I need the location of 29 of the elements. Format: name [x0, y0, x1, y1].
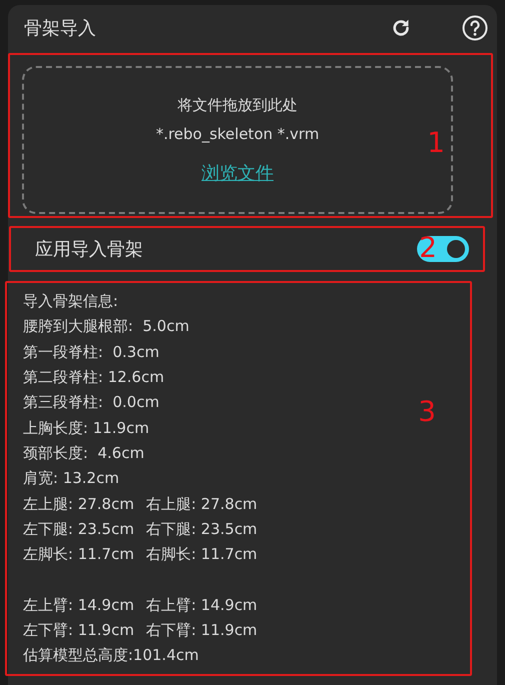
info-text: 左上臂: 14.9cm	[23, 596, 134, 615]
info-text: 右上腿: 27.8cm	[146, 494, 258, 514]
toggle-label: 应用导入骨架	[35, 238, 144, 261]
info-text: 腰胯到大腿根部: 5.0cm	[23, 317, 190, 336]
panel-title: 骨架导入	[24, 17, 97, 40]
info-text: 估算模型总高度:101.4cm	[23, 646, 199, 666]
info-text: 第二段脊柱: 12.6cm	[23, 368, 164, 388]
info-text: 第三段脊柱: 0.0cm	[23, 393, 160, 412]
info-text: 导入骨架信息:	[23, 292, 118, 312]
file-formats: *.rebo_skeleton *.vrm	[156, 124, 320, 142]
help-icon[interactable]	[461, 14, 489, 42]
info-text: 右上臂: 14.9cm	[146, 596, 258, 615]
toggle-switch[interactable]	[417, 236, 469, 262]
callout-number: 1	[427, 129, 445, 157]
info-text: 肩宽: 13.2cm	[23, 469, 120, 488]
info-text: 左上腿: 27.8cm	[23, 494, 134, 514]
callout-number: 2	[419, 234, 437, 262]
info-text: 左脚长: 11.7cm	[23, 545, 134, 564]
info-text: 上胸长度: 11.9cm	[23, 418, 150, 438]
info-text: 右脚长: 11.7cm	[146, 545, 258, 564]
info-text: 右下腿: 23.5cm	[146, 520, 258, 539]
callout-number: 3	[418, 398, 436, 426]
info-text: 颈部长度: 4.6cm	[23, 444, 144, 463]
info-text: 左下臂: 11.9cm	[23, 621, 134, 640]
info-text: 右下臂: 11.9cm	[146, 621, 258, 640]
drop-prompt: 将文件拖放到此处	[178, 96, 298, 114]
browse-files-link[interactable]: 浏览文件	[202, 160, 274, 184]
info-text: 左下腿: 23.5cm	[23, 520, 134, 539]
info-text: 第一段脊柱: 0.3cm	[23, 342, 160, 362]
